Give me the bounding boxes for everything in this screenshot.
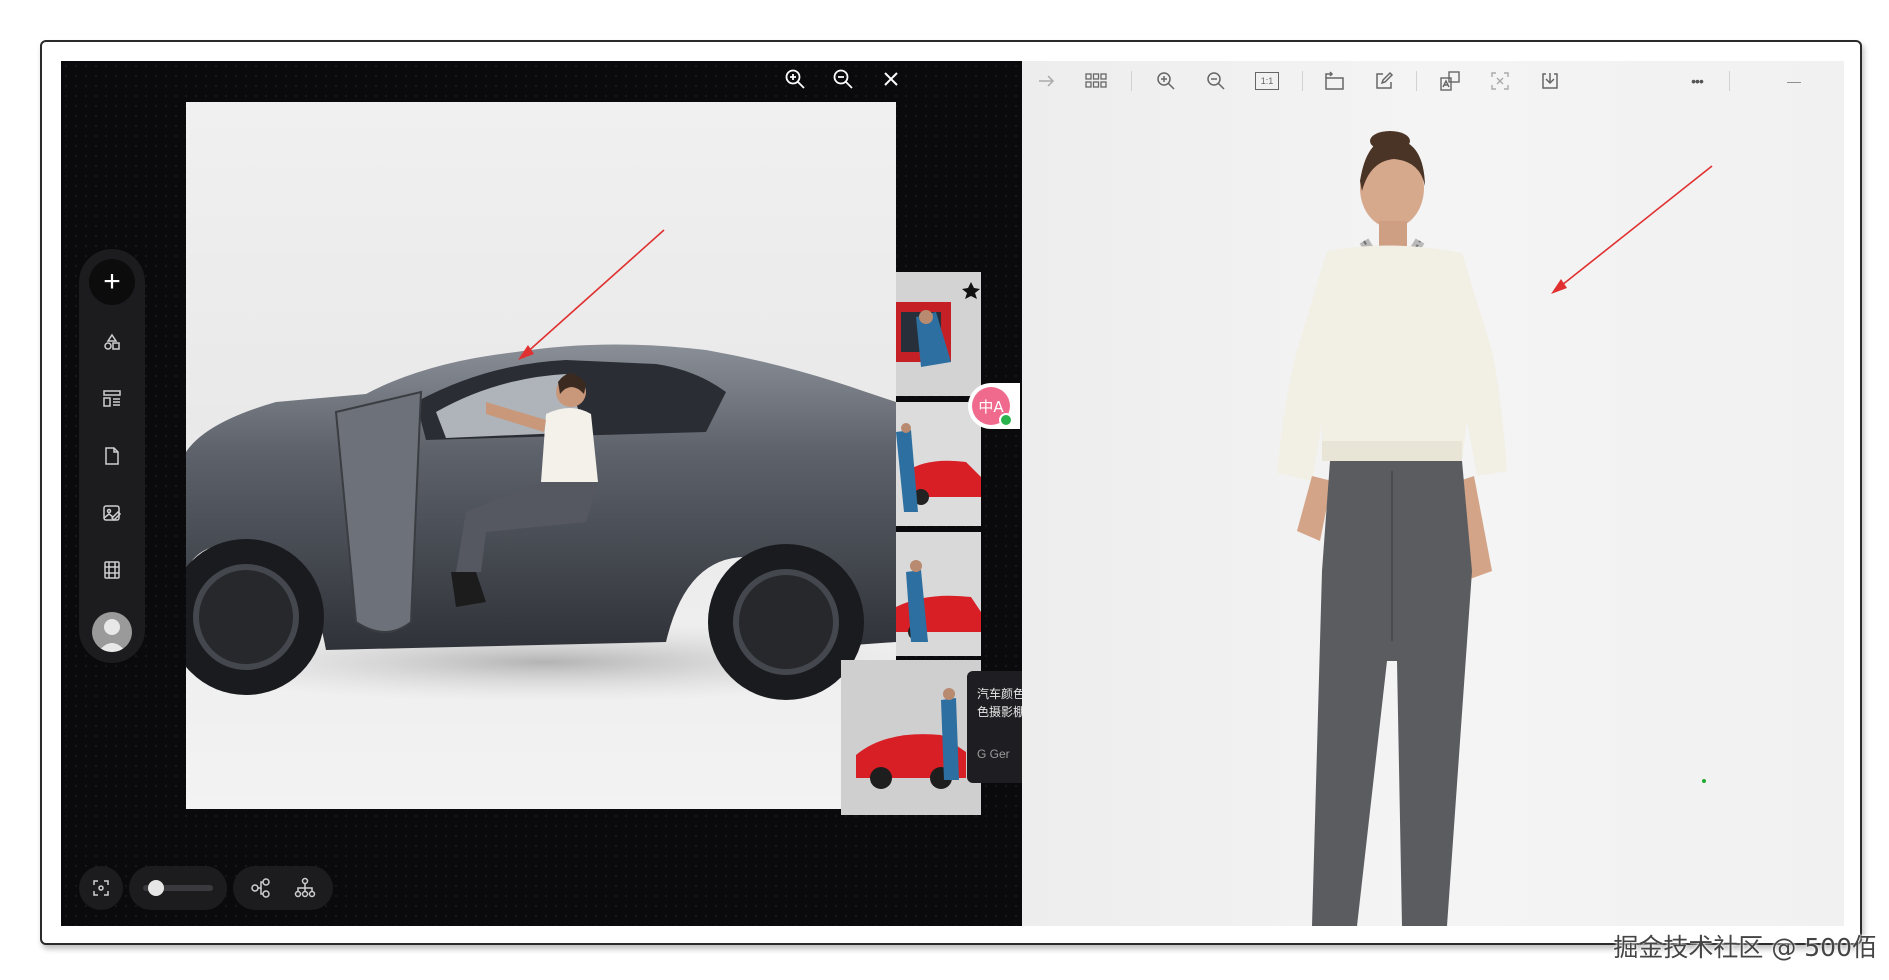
zoom-in-icon[interactable]	[781, 65, 809, 93]
zoom-out-icon[interactable]	[829, 65, 857, 93]
scan-icon[interactable]	[1488, 69, 1512, 93]
watermark-text: 掘金技术社区 @ 500佰	[1613, 933, 1877, 962]
translate-badge-text: 中A	[978, 397, 1004, 416]
layout-icon[interactable]	[92, 379, 132, 419]
node-graph-icon[interactable]	[250, 877, 272, 899]
thumbnail-3[interactable]	[896, 532, 981, 656]
fit-screen-icon	[93, 880, 109, 896]
tooltip-line-1: 汽车颜色	[977, 687, 1022, 701]
forward-arrow-icon[interactable]	[1034, 69, 1058, 93]
tool-sidebar: +	[79, 249, 145, 663]
tooltip-line-2: 色摄影棚	[977, 705, 1022, 719]
zoom-slider[interactable]	[129, 866, 227, 910]
actual-size-icon[interactable]: 1:1	[1254, 69, 1280, 93]
zoom-in-icon[interactable]	[1154, 69, 1178, 93]
canvas-bottom-bar	[79, 866, 333, 910]
zoom-slider-knob[interactable]	[148, 880, 164, 896]
thumbnail-2[interactable]	[896, 402, 981, 526]
viewer-toolbar: 1:1 ••• —	[1022, 61, 1844, 101]
download-icon[interactable]	[1538, 69, 1562, 93]
generated-image-car[interactable]	[186, 102, 896, 809]
toolbar-separator	[1416, 71, 1417, 91]
history-thumbnails	[841, 272, 1022, 892]
shapes-icon[interactable]	[92, 322, 132, 362]
graph-tools	[233, 866, 333, 910]
fit-screen-button[interactable]	[79, 866, 123, 910]
screenshot-frame: 中A 汽车颜色 色摄影棚 G Ger + 1:1 ••• —	[40, 40, 1862, 945]
image-edit-icon[interactable]	[92, 493, 132, 533]
zoom-slider-track[interactable]	[143, 880, 213, 896]
toolbar-separator	[1131, 71, 1132, 91]
image-viewer-tools	[781, 65, 905, 93]
toolbar-separator	[1729, 71, 1730, 91]
check-icon	[999, 413, 1013, 427]
add-button[interactable]: +	[89, 259, 135, 305]
canvas-panel: 中A 汽车颜色 色摄影棚 G Ger +	[61, 61, 1022, 926]
plus-icon: +	[103, 265, 121, 298]
film-icon[interactable]	[92, 550, 132, 590]
image-viewer-panel: 1:1 ••• —	[1022, 61, 1844, 926]
minimize-icon[interactable]: —	[1782, 69, 1806, 93]
thumbnail-1[interactable]	[896, 272, 981, 396]
translate-icon: 中A	[972, 387, 1013, 427]
translate-image-icon[interactable]	[1438, 69, 1462, 93]
grid-icon[interactable]	[1084, 69, 1108, 93]
edit-icon[interactable]	[1372, 69, 1396, 93]
user-avatar-icon[interactable]	[92, 612, 132, 652]
tooltip-generate-button[interactable]: G Ger	[977, 745, 1022, 763]
zoom-out-icon[interactable]	[1204, 69, 1228, 93]
fashion-model-image[interactable]	[1022, 101, 1844, 926]
document-icon[interactable]	[92, 436, 132, 476]
more-icon[interactable]: •••	[1682, 69, 1712, 93]
actual-size-label: 1:1	[1255, 72, 1279, 90]
toolbar-separator	[1302, 71, 1303, 91]
hierarchy-icon[interactable]	[294, 877, 316, 899]
translate-extension-button[interactable]: 中A	[968, 383, 1020, 429]
thumbnail-4[interactable]	[841, 660, 981, 815]
prompt-tooltip: 汽车颜色 色摄影棚 G Ger	[967, 671, 1022, 783]
rotate-icon[interactable]	[1322, 69, 1346, 93]
close-icon[interactable]	[877, 65, 905, 93]
